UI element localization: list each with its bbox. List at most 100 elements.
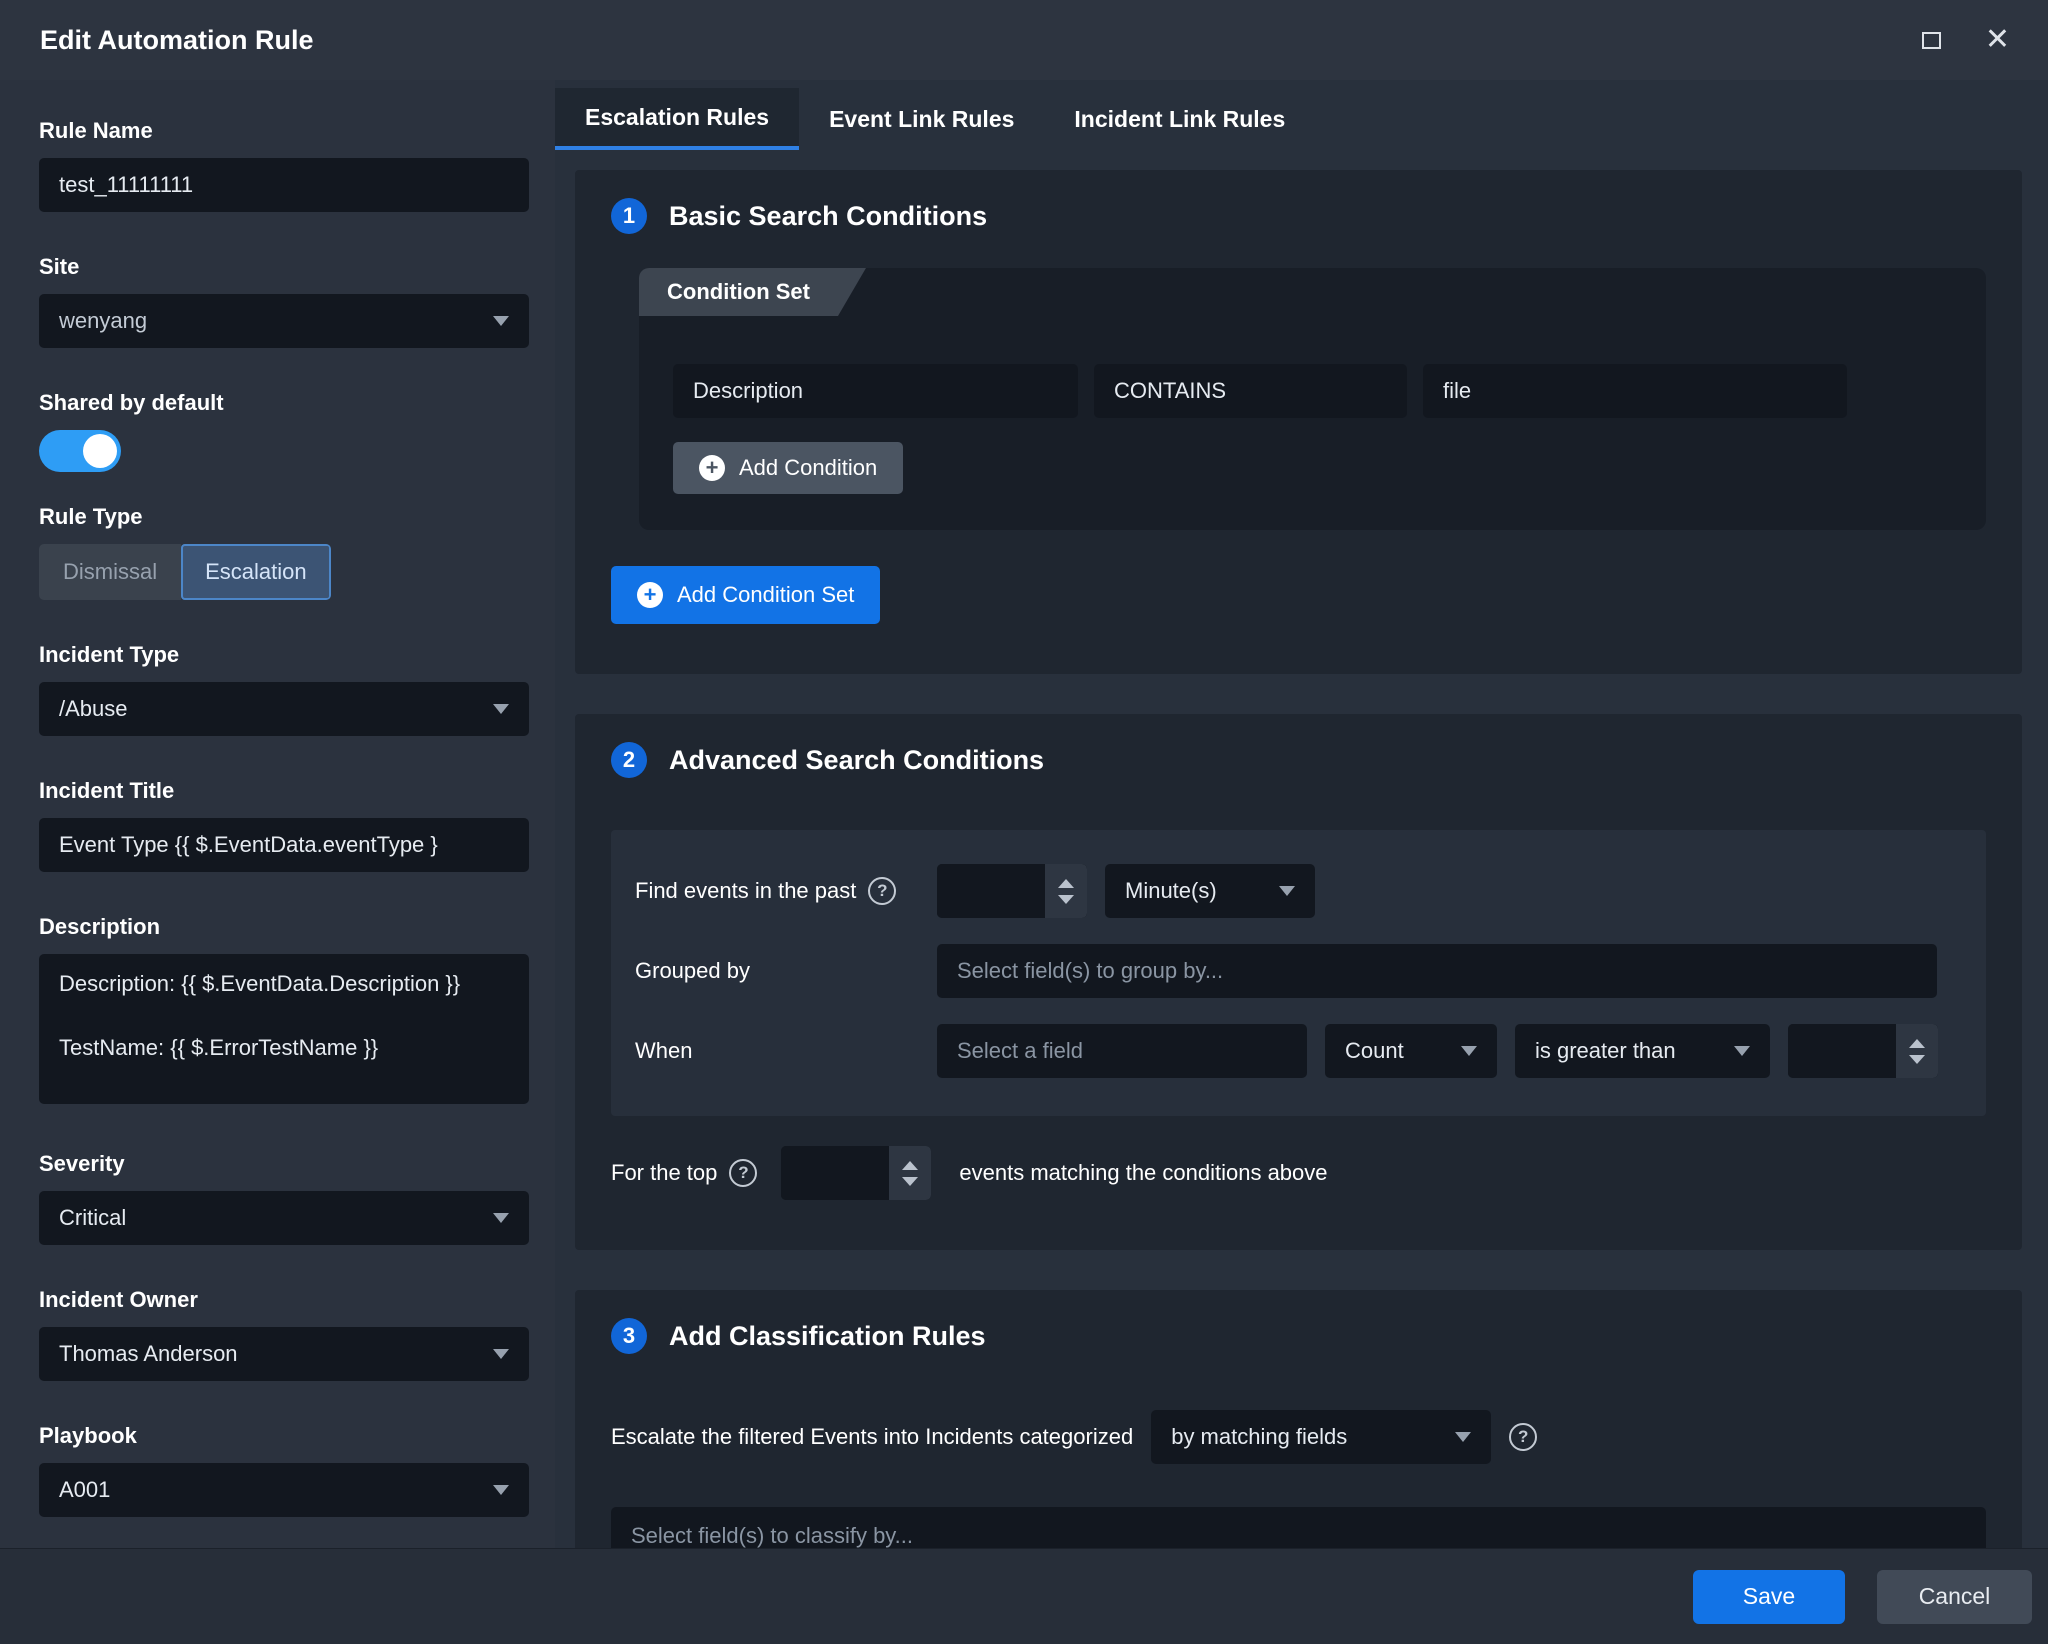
rule-type-group: Rule Type Dismissal Escalation <box>39 504 529 600</box>
aggregate-select[interactable]: Count <box>1325 1024 1497 1078</box>
tab-event-link-rules[interactable]: Event Link Rules <box>799 88 1044 150</box>
incident-title-input[interactable] <box>39 818 529 872</box>
incident-type-label: Incident Type <box>39 642 529 668</box>
condition-field-input[interactable] <box>673 364 1078 418</box>
spinner-down-icon[interactable] <box>1058 895 1074 904</box>
help-icon[interactable]: ? <box>868 877 896 905</box>
for-top-suffix: events matching the conditions above <box>959 1160 1327 1186</box>
incident-type-group: Incident Type /Abuse <box>39 642 529 736</box>
severity-group: Severity Critical <box>39 1151 529 1245</box>
time-unit-select[interactable]: Minute(s) <box>1105 864 1315 918</box>
tab-escalation-rules[interactable]: Escalation Rules <box>555 88 799 150</box>
maximize-box <box>1922 32 1941 49</box>
aggregate-value: Count <box>1345 1038 1449 1064</box>
comparator-select[interactable]: is greater than <box>1515 1024 1770 1078</box>
chevron-down-icon <box>493 316 509 326</box>
condition-row <box>673 364 1952 418</box>
grouped-by-label: Grouped by <box>635 958 750 984</box>
add-condition-button[interactable]: + Add Condition <box>673 442 903 494</box>
toggle-knob <box>83 434 117 468</box>
chevron-down-icon <box>1734 1046 1750 1056</box>
advanced-search-header: 2 Advanced Search Conditions <box>611 742 1986 778</box>
cancel-button[interactable]: Cancel <box>1877 1570 2032 1624</box>
threshold-spinner <box>1788 1024 1938 1078</box>
severity-value: Critical <box>59 1205 481 1231</box>
incident-owner-value: Thomas Anderson <box>59 1341 481 1367</box>
basic-search-header: 1 Basic Search Conditions <box>611 198 1986 234</box>
sidebar: Rule Name Site wenyang Shared by default… <box>0 80 555 1548</box>
incident-type-select[interactable]: /Abuse <box>39 682 529 736</box>
window-controls: ✕ <box>1922 25 2010 55</box>
spinner-arrows <box>1045 864 1087 918</box>
condition-set-label: Condition Set <box>639 268 866 316</box>
description-textarea[interactable]: Description: {{ $.EventData.Description … <box>39 954 529 1104</box>
comparator-value: is greater than <box>1535 1038 1722 1064</box>
group-by-input[interactable] <box>937 944 1937 998</box>
classify-mode-select[interactable]: by matching fields <box>1151 1410 1491 1464</box>
help-icon[interactable]: ? <box>729 1159 757 1187</box>
spinner-up-icon[interactable] <box>1909 1039 1925 1048</box>
tab-incident-link-rules[interactable]: Incident Link Rules <box>1044 88 1315 150</box>
time-value-spinner <box>937 864 1087 918</box>
spinner-up-icon[interactable] <box>1058 879 1074 888</box>
rule-type-label: Rule Type <box>39 504 529 530</box>
save-button[interactable]: Save <box>1693 1570 1845 1624</box>
chevron-down-icon <box>1279 886 1295 896</box>
main-area: Escalation Rules Event Link Rules Incide… <box>555 80 2048 1548</box>
incident-owner-group: Incident Owner Thomas Anderson <box>39 1287 529 1381</box>
step-1-badge: 1 <box>611 198 647 234</box>
advanced-search-panel: 2 Advanced Search Conditions Find events… <box>575 714 2022 1250</box>
advanced-search-title: Advanced Search Conditions <box>669 745 1044 776</box>
when-row: When Count is greater than <box>635 1024 1956 1078</box>
tab-bar: Escalation Rules Event Link Rules Incide… <box>555 88 2022 150</box>
shared-group: Shared by default <box>39 390 529 472</box>
time-unit-value: Minute(s) <box>1125 878 1267 904</box>
playbook-select[interactable]: A001 <box>39 1463 529 1517</box>
maximize-icon[interactable] <box>1922 32 1941 49</box>
for-top-label: For the top <box>611 1160 717 1186</box>
top-count-spinner <box>781 1146 931 1200</box>
when-field-input[interactable] <box>937 1024 1307 1078</box>
close-icon[interactable]: ✕ <box>1985 25 2010 55</box>
rule-type-escalation-button[interactable]: Escalation <box>181 544 331 600</box>
incident-title-group: Incident Title <box>39 778 529 872</box>
shared-toggle[interactable] <box>39 430 121 472</box>
add-condition-set-button[interactable]: + Add Condition Set <box>611 566 880 624</box>
condition-set: Condition Set + Add Condition <box>639 268 1986 530</box>
chevron-down-icon <box>493 704 509 714</box>
condition-operator-input[interactable] <box>1094 364 1407 418</box>
add-condition-set-label: Add Condition Set <box>677 582 854 608</box>
find-events-row: Find events in the past ? Minute(s) <box>635 864 1956 918</box>
rule-name-input[interactable] <box>39 158 529 212</box>
titlebar: Edit Automation Rule ✕ <box>0 0 2048 80</box>
severity-label: Severity <box>39 1151 529 1177</box>
chevron-down-icon <box>493 1485 509 1495</box>
dialog-title: Edit Automation Rule <box>40 25 313 56</box>
plus-icon: + <box>637 582 663 608</box>
spinner-up-icon[interactable] <box>902 1161 918 1170</box>
classification-header: 3 Add Classification Rules <box>611 1318 1986 1354</box>
incident-owner-label: Incident Owner <box>39 1287 529 1313</box>
chevron-down-icon <box>1455 1432 1471 1442</box>
playbook-group: Playbook A001 <box>39 1423 529 1517</box>
escalate-label: Escalate the filtered Events into Incide… <box>611 1424 1133 1450</box>
classify-fields-input[interactable] <box>611 1507 1986 1548</box>
site-select[interactable]: wenyang <box>39 294 529 348</box>
spinner-down-icon[interactable] <box>1909 1055 1925 1064</box>
spinner-arrows <box>1896 1024 1938 1078</box>
chevron-down-icon <box>1461 1046 1477 1056</box>
for-top-row: For the top ? events matching the condit… <box>611 1146 1986 1200</box>
condition-value-input[interactable] <box>1423 364 1847 418</box>
rule-type-dismissal-button[interactable]: Dismissal <box>39 544 181 600</box>
spinner-arrows <box>889 1146 931 1200</box>
incident-title-label: Incident Title <box>39 778 529 804</box>
severity-select[interactable]: Critical <box>39 1191 529 1245</box>
incident-owner-select[interactable]: Thomas Anderson <box>39 1327 529 1381</box>
advanced-search-subpanel: Find events in the past ? Minute(s) <box>611 830 1986 1116</box>
basic-search-panel: 1 Basic Search Conditions Condition Set … <box>575 170 2022 674</box>
spinner-down-icon[interactable] <box>902 1177 918 1186</box>
help-icon[interactable]: ? <box>1509 1423 1537 1451</box>
site-label: Site <box>39 254 529 280</box>
dialog-body: Rule Name Site wenyang Shared by default… <box>0 80 2048 1548</box>
grouped-by-row: Grouped by <box>635 944 1956 998</box>
